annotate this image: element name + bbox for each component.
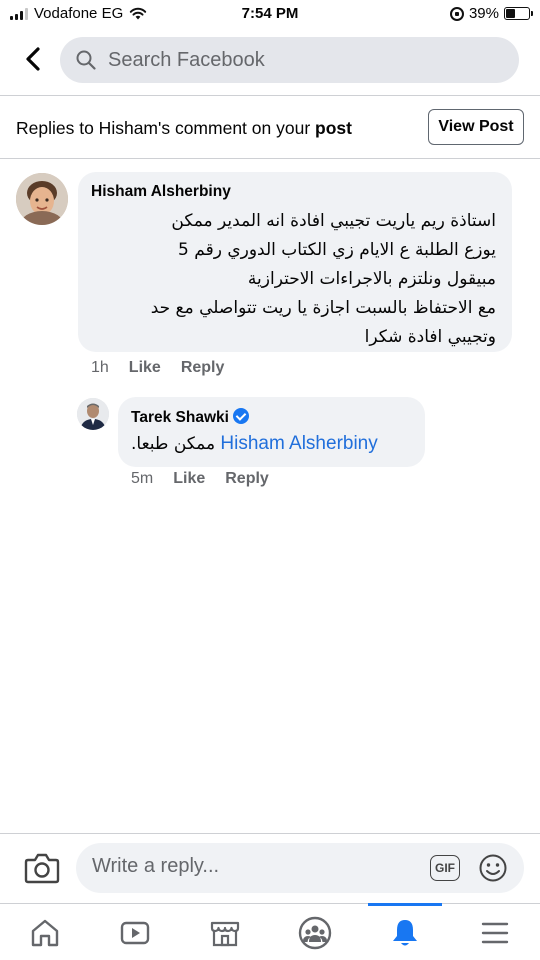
wifi-icon	[130, 7, 147, 20]
comment-line: مع الاحتفاظ بالسبت اجازة يا ريت تتواصلي …	[150, 298, 496, 318]
reply-author-name: Tarek Shawki	[131, 409, 229, 426]
avatar-photo	[16, 173, 68, 225]
reply-time: 5m	[131, 470, 154, 487]
nav-home[interactable]	[0, 904, 90, 960]
signal-icon	[10, 7, 28, 20]
active-tab-indicator	[368, 903, 442, 906]
chevron-left-icon	[26, 47, 40, 71]
reply-button[interactable]: Reply	[225, 470, 269, 488]
nav-marketplace[interactable]	[180, 904, 270, 960]
status-right: 39%	[449, 5, 533, 22]
reply-actions: 5m Like Reply	[131, 470, 269, 488]
back-button[interactable]	[18, 44, 48, 74]
reply-body: ممكن طبعا.	[131, 434, 216, 454]
nav-groups[interactable]	[270, 904, 360, 960]
context-prefix: Replies to Hisham's comment on your	[16, 118, 316, 138]
watch-icon	[120, 921, 150, 944]
groups-icon	[298, 916, 332, 949]
context-post-word: post	[315, 118, 352, 138]
like-button[interactable]: Like	[173, 470, 205, 488]
comment-line: استاذة ريم ياريت تجيبي افادة انه المدير …	[171, 211, 496, 231]
context-bar: Replies to Hisham's comment on your post…	[0, 96, 540, 158]
bottom-nav	[0, 903, 540, 960]
context-title: Replies to Hisham's comment on your post	[16, 118, 352, 139]
nav-notifications[interactable]	[360, 903, 450, 960]
comment-time: 1h	[91, 359, 109, 376]
reply-mention[interactable]: Hisham Alsherbiny	[220, 433, 377, 454]
battery-fill	[506, 9, 515, 18]
search-bar[interactable]	[60, 37, 519, 83]
emoji-icon[interactable]	[478, 853, 508, 883]
like-button[interactable]: Like	[129, 359, 161, 377]
orientation-lock-icon	[449, 6, 464, 21]
reply-composer: GIF	[0, 833, 540, 903]
marketplace-icon	[210, 921, 240, 946]
avatar-hisham[interactable]	[16, 173, 68, 225]
nav-menu[interactable]	[450, 904, 540, 960]
reply-author[interactable]: Tarek Shawki	[131, 408, 249, 427]
comment-line: يوزع الطلبة ع الايام زي الكتاب الدوري رق…	[178, 240, 496, 260]
search-icon	[76, 50, 96, 70]
verified-badge-icon	[232, 408, 249, 424]
comment-bubble[interactable]: Hisham Alsherbiny استاذة ريم ياريت تجيبي…	[78, 172, 512, 352]
reply-text: ممكن طبعا. Hisham Alsherbiny	[131, 433, 378, 455]
avatar-tarek[interactable]	[77, 398, 109, 430]
comment-author[interactable]: Hisham Alsherbiny	[91, 183, 231, 201]
notifications-icon	[393, 919, 417, 945]
avatar-photo	[77, 398, 109, 430]
status-left: Vodafone EG	[10, 5, 147, 22]
reply-button[interactable]: Reply	[181, 359, 225, 377]
search-input[interactable]	[108, 48, 488, 72]
battery-percent: 39%	[468, 5, 499, 22]
nav-watch[interactable]	[90, 904, 180, 960]
comment-actions: 1h Like Reply	[91, 359, 224, 377]
menu-icon	[481, 922, 509, 943]
status-bar: Vodafone EG 7:54 PM 39%	[0, 0, 540, 30]
gif-button[interactable]: GIF	[430, 855, 460, 881]
reply-box[interactable]: GIF	[76, 843, 524, 893]
context-divider	[0, 158, 540, 159]
comment-line: وتجيبي افادة شكرا	[364, 327, 496, 347]
camera-icon[interactable]	[24, 851, 60, 885]
search-header	[0, 30, 540, 92]
home-icon	[31, 919, 59, 946]
battery-icon	[504, 7, 533, 20]
reply-input[interactable]	[92, 855, 412, 878]
view-post-button[interactable]: View Post	[428, 109, 524, 145]
carrier-name: Vodafone EG	[34, 5, 124, 22]
reply-bubble[interactable]: Tarek Shawki ممكن طبعا. Hisham Alsherbin…	[118, 397, 425, 467]
comment-text: استاذة ريم ياريت تجيبي افادة انه المدير …	[86, 207, 496, 352]
comment-line: مبيقول ونلتزم بالاجراءات الاحترازية	[247, 269, 496, 289]
